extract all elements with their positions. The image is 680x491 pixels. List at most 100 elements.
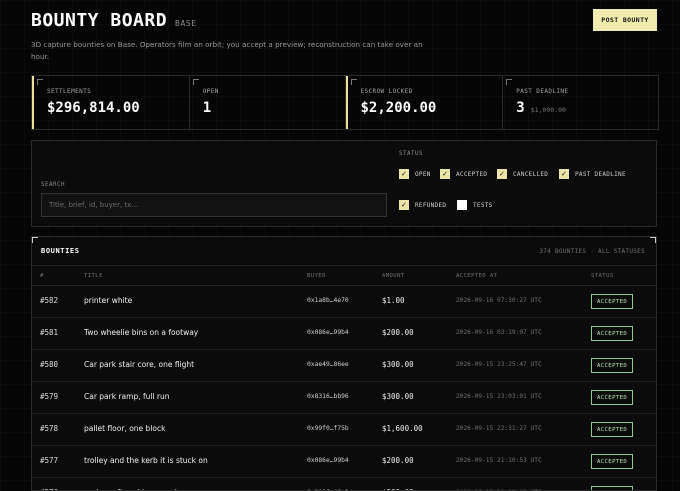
table-body: #582 printer white 0x1a8b…4e70 $1.00 2026-09… [32,286,656,490]
table-row[interactable]: #582 printer white 0x1a8b…4e70 $1.00 2026-09… [32,286,656,318]
status-badge: ACCEPTED [591,390,634,405]
post-bounty-button[interactable]: POST BOUNTY [593,9,657,31]
table-row[interactable]: #579 Car park ramp, full run 0x8316…bb96 $3… [32,382,656,414]
row-accepted-at: 2026-09-15 21:10:53 UTC [456,457,542,464]
checkbox-checked-icon[interactable] [559,169,569,179]
checkbox-label: CANCELLED [513,170,549,178]
network-badge: BASE [175,19,197,28]
row-id: #579 [40,392,59,401]
stat-value-text: 3 [516,100,525,116]
row-amount: $1.00 [382,296,405,305]
table-row[interactable]: #581 Two wheelie bins on a footway 0x086e…… [32,318,656,350]
table-count: 374 BOUNTIES · ALL STATUSES [539,248,645,255]
row-id: #578 [40,424,59,433]
status-checkbox-cancelled[interactable]: CANCELLED [497,169,548,179]
row-title: trolley and the kerb it is stuck on [84,456,208,465]
column-header-amount[interactable]: AMOUNT [382,273,405,279]
status-checkbox-tests[interactable]: TESTS [457,200,493,210]
stat-value: 3 $1,000.00 [516,100,658,116]
table-row[interactable]: #578 pallet floor, one block 0x99f0…f75b $1… [32,414,656,446]
stat-label: OPEN [202,88,219,95]
checkbox-label: REFUNDED [415,201,447,209]
column-header-status[interactable]: STATUS [591,273,614,279]
status-checkbox-past-deadline[interactable]: PAST DEADLINE [559,169,626,179]
column-header-id[interactable]: # [40,273,44,279]
stat-past-deadline: PAST DEADLINE 3 $1,000.00 [503,76,658,129]
checkbox-checked-icon[interactable] [399,200,409,210]
table-row[interactable]: #576undercroft parking, one bay row0x381… [32,478,656,490]
row-accepted-at: 2026-09-16 03:19:07 UTC [456,329,542,336]
row-buyer: 0x99f0…f75b [307,425,349,432]
row-buyer: 0x8316…bb96 [307,393,349,400]
row-buyer: 0x086e…99b4 [307,329,349,336]
corner-mark [32,237,38,243]
row-title: Car park ramp, full run [84,392,170,401]
page-subtitle: 3D capture bounties on Base. Operators f… [31,40,423,61]
stat-sub-amount: $1,000.00 [530,106,566,114]
status-checkbox-open[interactable]: OPEN [399,169,431,179]
row-title: Two wheelie bins on a footway [84,328,199,337]
checkbox-label: TESTS [473,201,493,209]
row-id: #582 [40,296,59,305]
stat-value-text: 1 [202,100,212,116]
page-header: BOUNTY BOARD BASE 3D capture bounties on… [31,9,657,70]
status-badge: ACCEPTED [591,486,634,490]
checkbox-checked-icon[interactable] [399,169,409,179]
row-amount: $1,600.00 [382,424,423,433]
row-title: Car park stair core, one flight [84,360,195,369]
stat-value: $296,814.00 [47,100,189,116]
status-badge: ACCEPTED [591,294,634,309]
status-badge: ACCEPTED [591,422,634,437]
search-label: SEARCH [41,182,65,188]
row-accepted-at: 2026-09-15 22:31:27 UTC [456,425,542,432]
title-row: BOUNTY BOARD BASE [31,10,657,31]
stat-label: ESCROW LOCKED [360,88,413,95]
stats-bar: SETTLEMENTS $296,814.00 OPEN 1 ESCROW LO… [31,75,659,130]
search-input[interactable] [41,193,387,217]
row-title: printer white [84,296,133,305]
table-row[interactable]: #577 trolley and the kerb it is stuck on 0… [32,446,656,478]
stat-value-text: $296,814.00 [47,100,140,116]
checkbox-unchecked-icon[interactable] [457,200,467,210]
stat-value-text: $2,200.00 [360,100,437,116]
column-header-title[interactable]: TITLE [84,273,103,279]
status-checkbox-accepted[interactable]: ACCEPTED [440,169,487,179]
row-amount: $200.00 [382,456,414,465]
stat-open: OPEN 1 [190,76,346,129]
corner-mark [350,79,357,85]
page-title: BOUNTY BOARD [31,10,168,31]
checkbox-label: PAST DEADLINE [575,170,626,178]
corner-mark [650,237,656,243]
status-badge: ACCEPTED [591,326,634,341]
status-filter-label: STATUS [399,151,423,157]
status-checkbox-refunded[interactable]: REFUNDED [399,200,446,210]
stat-escrow-locked: ESCROW LOCKED $2,200.00 [345,76,504,129]
stat-value: $2,200.00 [361,100,503,116]
checkbox-checked-icon[interactable] [497,169,507,179]
stat-value: 1 [203,100,345,116]
row-amount: $300.00 [382,392,414,401]
column-header-buyer[interactable]: BUYER [307,273,326,279]
row-id: #577 [40,456,59,465]
stat-label: SETTLEMENTS [47,88,92,95]
row-title: pallet floor, one block [84,424,166,433]
corner-mark [192,79,199,85]
row-id: #580 [40,360,59,369]
row-amount: $200.00 [382,328,414,337]
bounties-table: BOUNTIES 374 BOUNTIES · ALL STATUSES # T… [31,236,657,491]
row-accepted-at: 2026-09-16 07:30:27 UTC [456,297,542,304]
table-row[interactable]: #580 Car park stair core, one flight 0xae4… [32,350,656,382]
row-buyer: 0x086e…99b4 [307,457,349,464]
checkbox-checked-icon[interactable] [440,169,450,179]
status-badge: ACCEPTED [591,358,634,373]
row-accepted-at: 2026-09-15 23:25:47 UTC [456,361,542,368]
corner-mark [37,79,43,85]
stat-settlements: SETTLEMENTS $296,814.00 [32,76,190,129]
stat-label: PAST DEADLINE [516,88,569,95]
checkbox-label: ACCEPTED [456,170,488,178]
column-header-accepted-at[interactable]: ACCEPTED AT [456,273,497,279]
row-buyer: 0x1a8b…4e70 [307,297,349,304]
table-header-row: # TITLE BUYER AMOUNT ACCEPTED AT STATUS [32,265,656,286]
corner-mark [506,79,513,85]
row-id: #581 [40,328,59,337]
